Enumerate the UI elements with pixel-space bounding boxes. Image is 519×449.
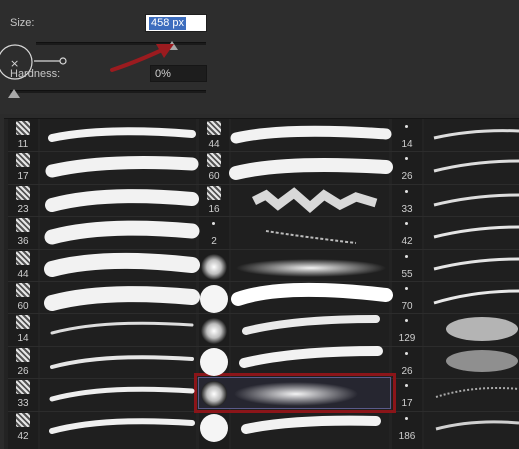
brush-options-panel: Size: 458 px × Hardness: 0% [0,0,519,114]
brush-preset-grid: 11 17 23 36 44 60 14 26 33 42 44 60 16 2 14 26 33 42 55 70 1… [4,118,519,449]
hardness-label: Hardness: [10,68,61,80]
size-field[interactable]: 458 px [145,14,207,32]
hardness-value: 0% [155,68,171,80]
size-label: Size: [10,17,35,29]
col1-strokes [44,127,200,434]
hardness-slider-thumb[interactable] [8,89,20,98]
col2-thumb-circles [200,254,228,442]
hardness-field[interactable]: 0% [150,65,207,82]
hardness-slider-track[interactable] [10,90,206,93]
size-value: 458 px [149,17,187,30]
col2-strokes [229,125,393,434]
preset-strokes [44,125,519,442]
col3-strokes [433,129,519,431]
